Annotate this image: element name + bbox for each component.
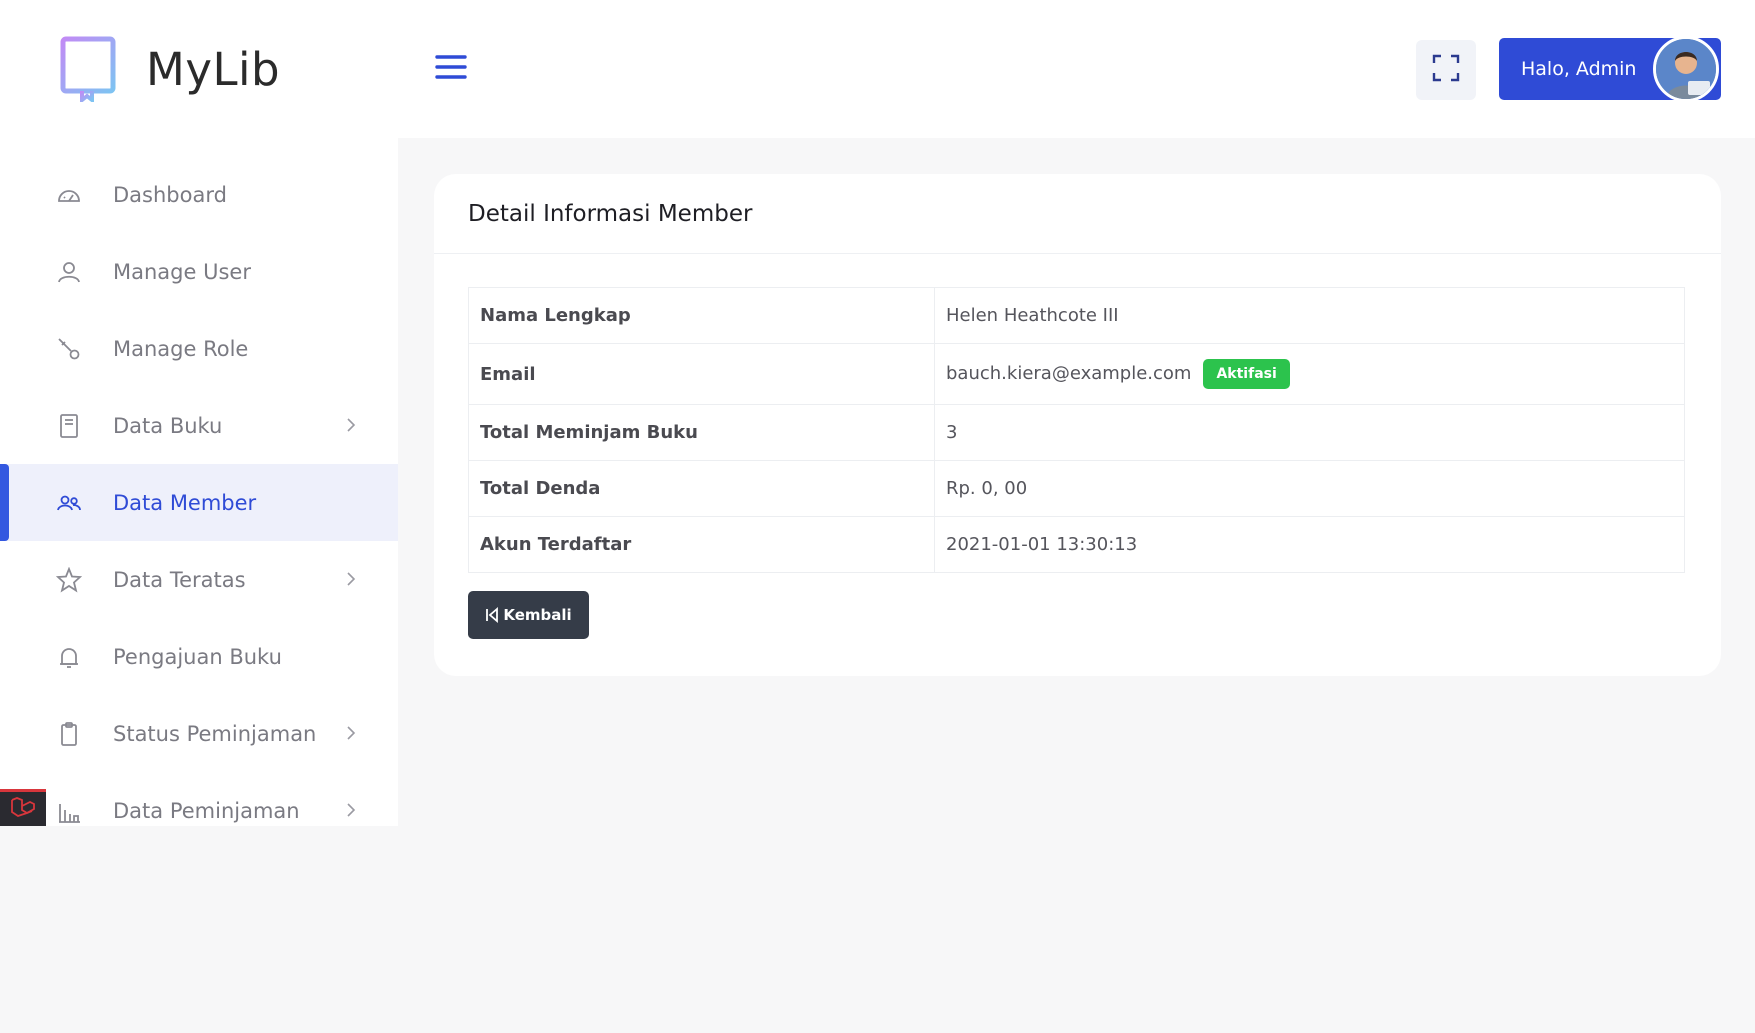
sidebar-item-manage-user[interactable]: Manage User <box>0 233 398 310</box>
member-detail-card: Detail Informasi Member Nama Lengkap Hel… <box>434 174 1721 676</box>
sidebar-item-manage-role[interactable]: Manage Role <box>0 310 398 387</box>
card-header: Detail Informasi Member <box>434 174 1721 254</box>
users-icon <box>56 490 82 516</box>
bell-icon <box>56 644 82 670</box>
book-logo-icon <box>60 36 116 105</box>
sidebar-item-data-buku[interactable]: Data Buku <box>0 387 398 464</box>
clipboard-icon <box>56 721 82 747</box>
sidebar-item-label: Manage Role <box>113 336 249 361</box>
table-row: Nama Lengkap Helen Heathcote III <box>468 287 1685 344</box>
table-row: Email bauch.kiera@example.com Aktifasi <box>468 343 1685 405</box>
hamburger-icon[interactable] <box>434 52 468 82</box>
sidebar-menu: Dashboard Manage User Manage Role Data B… <box>0 156 398 826</box>
topbar: Halo, Admin <box>398 0 1755 138</box>
user-icon <box>56 259 82 285</box>
laravel-icon <box>10 796 36 822</box>
star-icon <box>56 566 82 593</box>
back-button[interactable]: Kembali <box>468 591 589 639</box>
sidebar-item-data-teratas[interactable]: Data Teratas <box>0 541 398 618</box>
card-body: Nama Lengkap Helen Heathcote III Email b… <box>434 254 1721 639</box>
table-row: Total Meminjam Buku 3 <box>468 404 1685 461</box>
row-key: Akun Terdaftar <box>468 516 935 573</box>
chevron-right-icon <box>344 416 358 434</box>
sidebar-item-data-member[interactable]: Data Member <box>0 464 398 541</box>
laravel-debugbar-toggle[interactable] <box>0 789 46 826</box>
sidebar-item-label: Data Teratas <box>113 567 246 592</box>
card-title: Detail Informasi Member <box>468 200 753 227</box>
row-key: Total Denda <box>468 460 935 517</box>
chevron-right-icon <box>344 570 358 588</box>
row-key: Email <box>468 343 935 405</box>
row-value-cell: bauch.kiera@example.com Aktifasi <box>934 343 1685 405</box>
row-value: 3 <box>934 404 1685 461</box>
sidebar-item-status-peminjaman[interactable]: Status Peminjaman <box>0 695 398 772</box>
speedometer-icon <box>56 182 82 208</box>
row-value: Helen Heathcote III <box>934 287 1685 344</box>
table-row: Akun Terdaftar 2021-01-01 13:30:13 <box>468 516 1685 573</box>
user-greeting: Halo, Admin <box>1521 58 1637 80</box>
book-icon <box>56 413 82 439</box>
row-key: Total Meminjam Buku <box>468 404 935 461</box>
skip-back-icon <box>485 607 499 623</box>
row-value: 2021-01-01 13:30:13 <box>934 516 1685 573</box>
sidebar-item-label: Data Peminjaman <box>113 798 300 823</box>
key-icon <box>56 336 82 362</box>
sidebar-item-label: Manage User <box>113 259 251 284</box>
sidebar: MyLib Dashboard Manage User Manage Role … <box>0 0 398 826</box>
fullscreen-icon <box>1432 54 1460 86</box>
table-row: Total Denda Rp. 0, 00 <box>468 460 1685 517</box>
status-badge: Aktifasi <box>1203 359 1290 389</box>
sidebar-item-label: Dashboard <box>113 182 227 207</box>
chevron-right-icon <box>344 724 358 742</box>
row-value: Rp. 0, 00 <box>934 460 1685 517</box>
row-key: Nama Lengkap <box>468 287 935 344</box>
bar-chart-icon <box>56 798 82 824</box>
sidebar-item-dashboard[interactable]: Dashboard <box>0 156 398 233</box>
app-root: MyLib Dashboard Manage User Manage Role … <box>0 0 1755 1033</box>
sidebar-item-label: Data Member <box>113 490 257 515</box>
chevron-right-icon <box>344 801 358 819</box>
member-detail-table: Nama Lengkap Helen Heathcote III Email b… <box>468 287 1685 573</box>
sidebar-item-label: Pengajuan Buku <box>113 644 282 669</box>
brand[interactable]: MyLib <box>60 36 281 105</box>
sidebar-item-label: Status Peminjaman <box>113 721 317 746</box>
user-avatar[interactable] <box>1653 36 1719 102</box>
email-value: bauch.kiera@example.com <box>946 363 1192 384</box>
sidebar-item-data-peminjaman[interactable]: Data Peminjaman <box>0 772 398 826</box>
sidebar-item-pengajuan-buku[interactable]: Pengajuan Buku <box>0 618 398 695</box>
brand-name: MyLib <box>146 42 281 96</box>
back-button-label: Kembali <box>503 606 572 624</box>
sidebar-item-label: Data Buku <box>113 413 223 438</box>
fullscreen-button[interactable] <box>1416 40 1476 100</box>
